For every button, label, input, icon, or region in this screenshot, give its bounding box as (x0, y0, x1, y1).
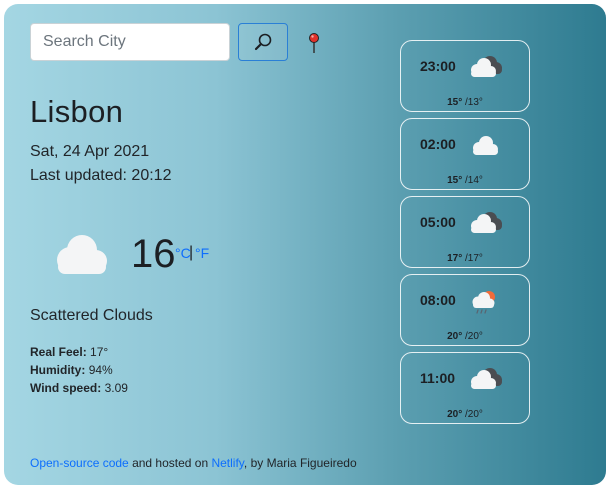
humidity-label: Humidity: (30, 363, 86, 377)
forecast-time: 11:00 (420, 370, 456, 386)
forecast-temps: 20° /20° (401, 331, 529, 342)
location-button[interactable] (303, 31, 325, 55)
location-pin-icon (309, 33, 319, 53)
last-updated: Last updated: 20:12 (30, 167, 171, 185)
forecast-max: 20° (447, 409, 463, 420)
netlify-link[interactable]: Netlify (211, 456, 243, 470)
search-button[interactable] (238, 23, 288, 61)
forecast-temps: 20° /20° (401, 409, 529, 420)
wind-speed-value: 3.09 (104, 381, 128, 395)
broken-clouds-icon (471, 212, 502, 233)
forecast-time: 08:00 (420, 292, 456, 308)
last-updated-time: 20:12 (131, 167, 172, 184)
forecast-time: 23:00 (420, 58, 456, 74)
forecast-card: 05:00 17° /17° (400, 196, 530, 268)
forecast-min: /20° (465, 409, 483, 420)
current-temperature: 16 (131, 232, 176, 276)
forecast-temps: 17° /17° (401, 253, 529, 264)
real-feel-label: Real Feel: (30, 345, 87, 359)
forecast-card: 23:00 15° /13° (400, 40, 530, 112)
forecast-min: /14° (465, 175, 483, 186)
forecast-card: 08:00 20° /20° (400, 274, 530, 346)
magnifier-icon (254, 33, 272, 51)
humidity-value: 94% (88, 363, 113, 377)
weather-card: Lisbon Sat, 24 Apr 2021 Last updated: 20… (4, 4, 606, 485)
forecast-max: 15° (447, 175, 463, 186)
unit-separator: | (189, 244, 194, 261)
weather-description: Scattered Clouds (30, 307, 153, 324)
search-input[interactable] (30, 23, 230, 61)
real-feel-value: 17° (90, 345, 109, 359)
broken-clouds-icon (471, 56, 502, 77)
source-code-link[interactable]: Open-source code (30, 456, 129, 470)
footer-text-end: , by Maria Figueiredo (243, 456, 357, 470)
forecast-time: 05:00 (420, 214, 456, 230)
unit-fahrenheit-link[interactable]: °F (195, 245, 209, 261)
forecast-temps: 15° /14° (401, 175, 529, 186)
cloud-icon (473, 136, 498, 155)
footer: Open-source code and hosted on Netlify, … (30, 456, 357, 470)
sun-cloud-rain-icon (472, 291, 495, 314)
current-date: Sat, 24 Apr 2021 (30, 143, 150, 160)
forecast-min: /17° (465, 253, 483, 264)
forecast-temps: 15° /13° (401, 97, 529, 108)
forecast-max: 15° (447, 97, 463, 108)
forecast-time: 02:00 (420, 136, 456, 152)
forecast-card: 02:00 15° /14° (400, 118, 530, 190)
forecast-max: 17° (447, 253, 463, 264)
forecast-min: /20° (465, 331, 483, 342)
last-updated-label: Last updated: (30, 167, 127, 184)
wind-speed-row: Wind speed: 3.09 (30, 381, 128, 395)
broken-clouds-icon (471, 368, 502, 389)
humidity-row: Humidity: 94% (30, 363, 113, 377)
real-feel-row: Real Feel: 17° (30, 345, 108, 359)
forecast-card: 11:00 20° /20° (400, 352, 530, 424)
forecast-max: 20° (447, 331, 463, 342)
cloud-icon (57, 235, 107, 274)
footer-text-middle: and hosted on (128, 456, 212, 470)
city-name: Lisbon (30, 94, 124, 129)
wind-speed-label: Wind speed: (30, 381, 102, 395)
forecast-min: /13° (465, 97, 483, 108)
